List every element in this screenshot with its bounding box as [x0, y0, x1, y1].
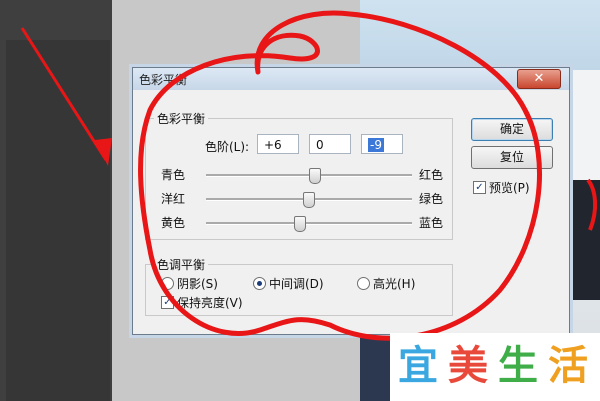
preserve-luminosity-label[interactable]: 保持亮度(V)	[177, 294, 243, 311]
tone-balance-legend: 色调平衡	[157, 258, 206, 272]
slider-row-yellow-blue: 黄色 蓝色	[161, 214, 451, 234]
dialog-title: 色彩平衡	[139, 73, 188, 87]
watermark-char: 活	[548, 343, 588, 389]
panel-left	[0, 0, 112, 401]
watermark-char: 美	[448, 343, 488, 389]
radio-midtones[interactable]	[253, 277, 266, 290]
panel-left-inner	[6, 40, 110, 401]
watermark-logo: 宜 美 生 活	[390, 333, 600, 401]
slider-thumb[interactable]	[309, 168, 322, 184]
preserve-luminosity-checkbox[interactable]: ✓	[161, 296, 174, 309]
levels-label: 色阶(L):	[205, 140, 250, 154]
close-button[interactable]: ✕	[517, 69, 561, 89]
title-bar[interactable]: 色彩平衡 ✕	[133, 68, 569, 90]
radio-midtones-label[interactable]: 中间调(D)	[269, 275, 324, 292]
slider-right-label: 蓝色	[419, 216, 444, 230]
slider-right-label: 绿色	[419, 192, 444, 206]
slider-row-cyan-red: 青色 红色	[161, 166, 451, 186]
watermark-char: 生	[498, 343, 538, 389]
radio-highlights-label[interactable]: 高光(H)	[373, 275, 415, 292]
reset-button[interactable]: 复位	[471, 146, 553, 169]
slider-thumb[interactable]	[293, 216, 306, 232]
preview-label[interactable]: 预览(P)	[489, 179, 530, 196]
level-input-cyan-red[interactable]: +6	[257, 134, 299, 154]
color-balance-dialog: 色彩平衡 ✕ 色彩平衡 色阶(L): +6 0 -9 青色 红色 洋红 绿色 黄…	[132, 67, 570, 335]
preview-checkbox[interactable]: ✓	[473, 181, 486, 194]
radio-highlights[interactable]	[357, 277, 370, 290]
close-icon: ✕	[533, 71, 545, 86]
radio-shadows[interactable]	[161, 277, 174, 290]
ok-button[interactable]: 确定	[471, 118, 553, 141]
slider-row-magenta-green: 洋红 绿色	[161, 190, 451, 210]
radio-shadows-label[interactable]: 阴影(S)	[177, 275, 218, 292]
level-input-yellow-blue[interactable]: -9	[361, 134, 403, 154]
slider-track[interactable]	[206, 222, 412, 225]
slider-left-label: 洋红	[161, 192, 186, 206]
slider-left-label: 黄色	[161, 216, 186, 230]
level-input-magenta-green[interactable]: 0	[309, 134, 351, 154]
slider-right-label: 红色	[419, 168, 444, 182]
slider-left-label: 青色	[161, 168, 186, 182]
color-balance-legend: 色彩平衡	[157, 112, 206, 126]
watermark-char: 宜	[398, 343, 438, 389]
slider-thumb[interactable]	[303, 192, 315, 208]
